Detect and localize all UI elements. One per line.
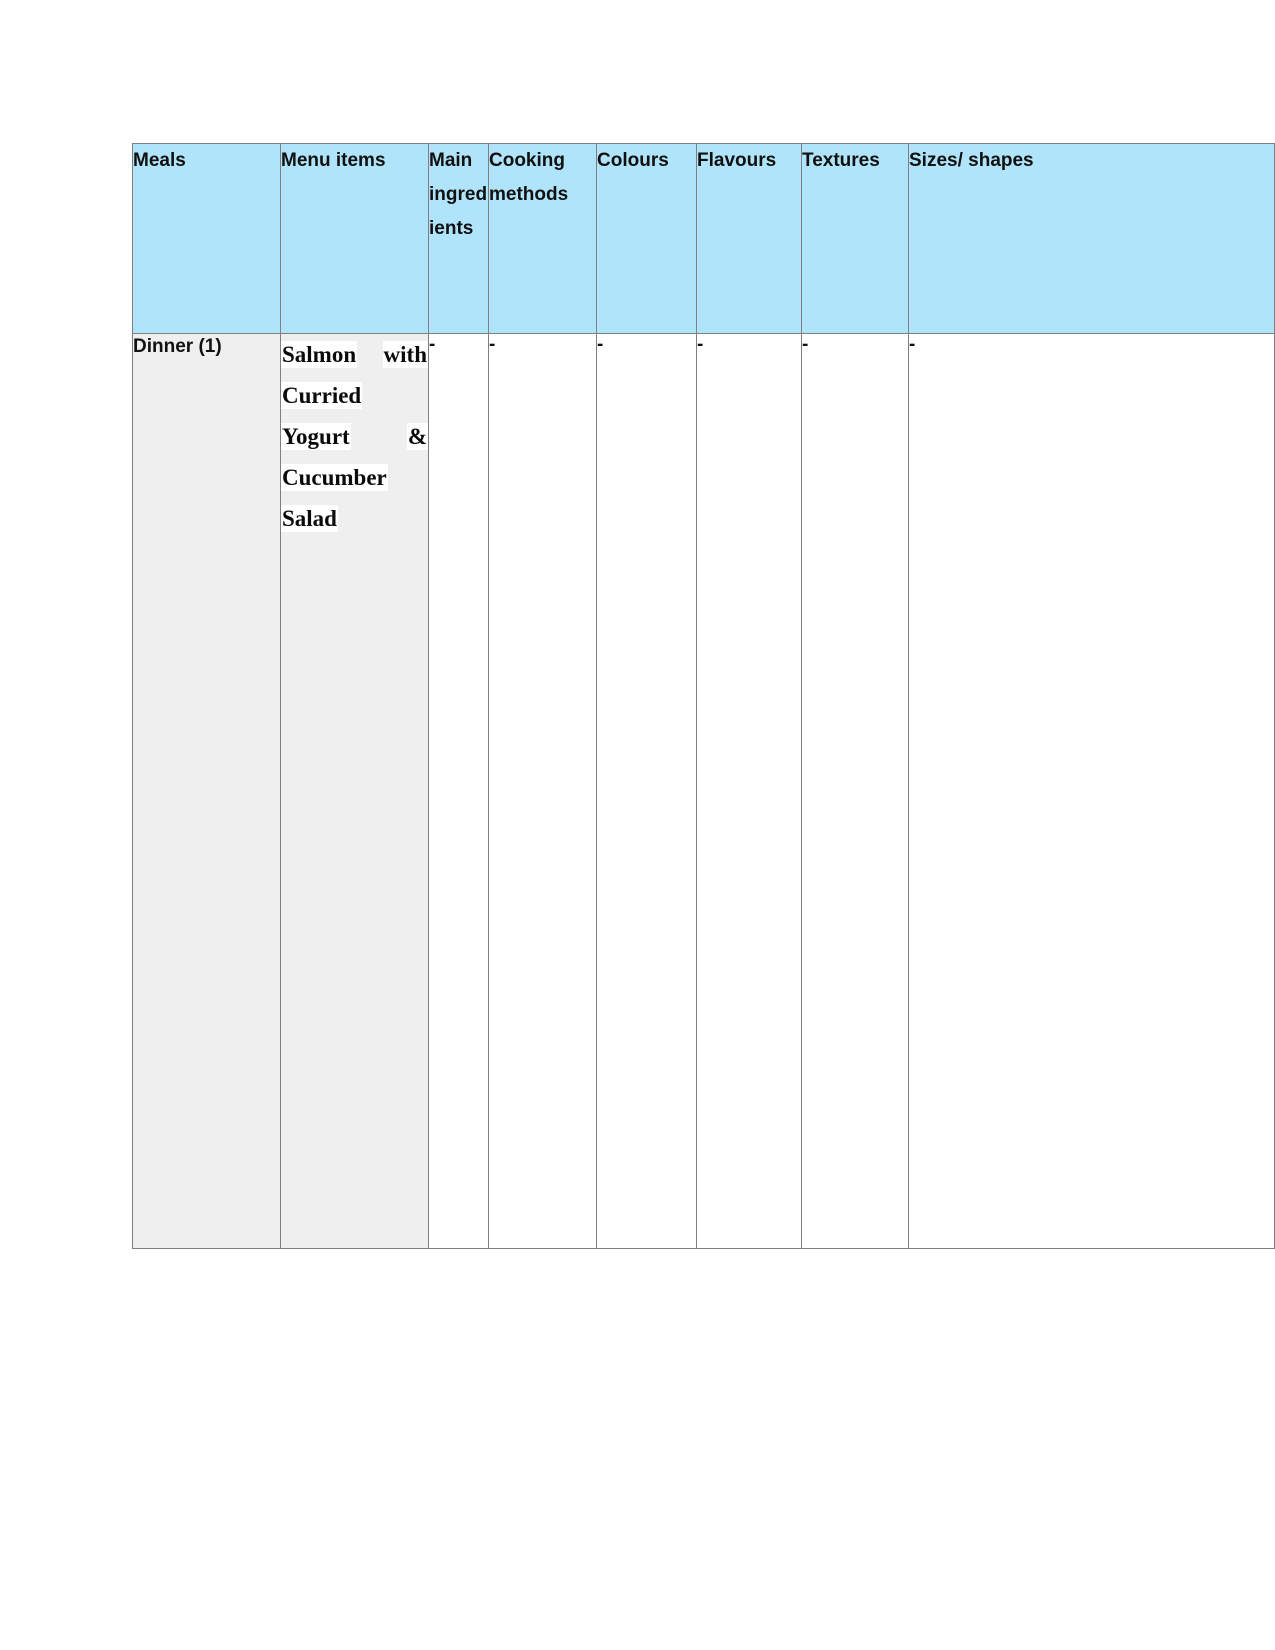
table-row: Dinner (1) Salmon with Curried Yogurt & … xyxy=(132,333,1275,1249)
column-header-meals-label: Meals xyxy=(133,150,186,171)
cell-flavours: - xyxy=(696,333,802,1249)
menu-item-word: & xyxy=(406,423,428,450)
menu-item-word: Curried xyxy=(281,382,363,409)
meal-analysis-table: Meals Menu items Main ingredients Cookin… xyxy=(132,143,1275,1249)
column-header-main-ingredients: Main ingredients xyxy=(428,143,489,334)
document-page: Meals Menu items Main ingredients Cookin… xyxy=(0,0,1275,1650)
column-header-cooking-methods: Cooking methods xyxy=(488,143,597,334)
cell-main-ingredients: - xyxy=(428,333,489,1249)
cooking-methods-value: - xyxy=(489,334,496,355)
column-header-textures-label: Textures xyxy=(802,150,880,171)
meal-label: Dinner (1) xyxy=(133,336,222,357)
column-header-colours-label: Colours xyxy=(597,150,669,171)
column-header-menu-items-label: Menu items xyxy=(281,150,386,171)
column-header-meals: Meals xyxy=(132,143,281,334)
textures-value: - xyxy=(802,334,809,355)
colours-value: - xyxy=(597,334,604,355)
menu-item-word: Salmon xyxy=(281,341,358,368)
flavours-value: - xyxy=(697,334,704,355)
cell-meals: Dinner (1) xyxy=(132,333,281,1249)
menu-item-word: Cucumber xyxy=(281,464,388,491)
column-header-flavours-label: Flavours xyxy=(697,150,777,171)
main-ingredients-value: - xyxy=(429,334,436,355)
menu-item-word: Yogurt xyxy=(281,423,351,450)
column-header-menu-items: Menu items xyxy=(280,143,429,334)
table-header: Meals Menu items Main ingredients Cookin… xyxy=(132,143,1275,334)
column-header-sizes-shapes-label: Sizes/ shapes xyxy=(909,150,1034,171)
menu-item-text: Salmon with Curried Yogurt & Cucumber Sa… xyxy=(281,334,428,539)
menu-item-word: with xyxy=(382,341,428,368)
cell-textures: - xyxy=(801,333,909,1249)
column-header-textures: Textures xyxy=(801,143,909,334)
cell-cooking-methods: - xyxy=(488,333,597,1249)
column-header-sizes-shapes: Sizes/ shapes xyxy=(908,143,1275,334)
menu-item-word: Salad xyxy=(281,505,338,532)
cell-sizes-shapes: - xyxy=(908,333,1275,1249)
table-body: Dinner (1) Salmon with Curried Yogurt & … xyxy=(132,333,1275,1249)
cell-menu-items: Salmon with Curried Yogurt & Cucumber Sa… xyxy=(280,333,429,1249)
column-header-cooking-methods-label: Cooking methods xyxy=(489,150,569,205)
column-header-main-ingredients-label: Main ingredients xyxy=(429,150,488,239)
sizes-shapes-value: - xyxy=(909,334,916,355)
header-row: Meals Menu items Main ingredients Cookin… xyxy=(132,143,1275,334)
cell-colours: - xyxy=(596,333,697,1249)
column-header-flavours: Flavours xyxy=(696,143,802,334)
column-header-colours: Colours xyxy=(596,143,697,334)
